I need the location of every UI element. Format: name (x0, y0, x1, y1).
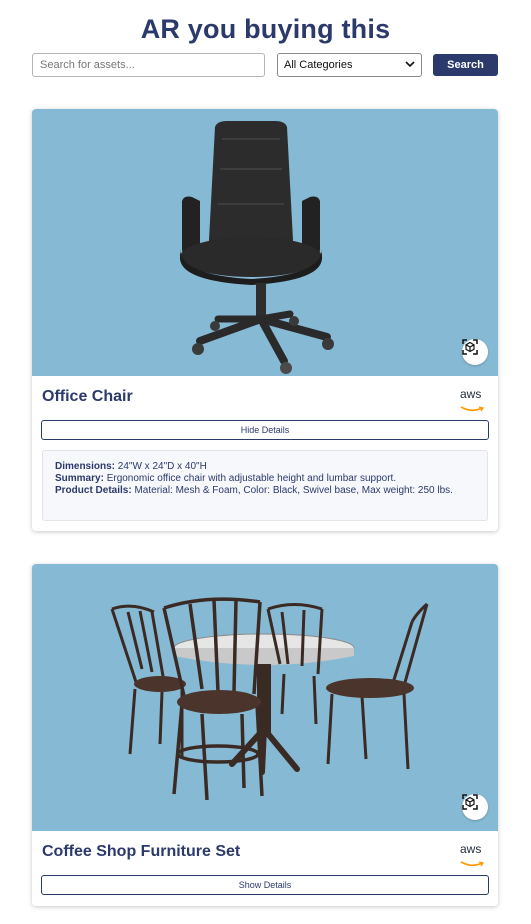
page-title: AR you buying this (140, 14, 391, 44)
product-details-label: Product Details: (55, 485, 132, 496)
summary-label: Summary: (55, 473, 104, 484)
product-image-office-chair (32, 109, 498, 376)
product-details-row: Product Details: Material: Mesh & Foam, … (55, 485, 475, 497)
dimensions-row: Dimensions: 24"W x 24"D x 40"H (55, 461, 475, 473)
search-button[interactable]: Search (433, 54, 498, 76)
summary-row: Summary: Ergonomic office chair with adj… (55, 473, 475, 485)
summary-value: Ergonomic office chair with adjustable h… (106, 473, 397, 484)
search-input[interactable] (32, 53, 265, 77)
dimensions-value: 24"W x 24"D x 40"H (117, 461, 207, 472)
product-details-value: Material: Mesh & Foam, Color: Black, Swi… (134, 485, 453, 496)
chevron-down-icon (405, 60, 415, 71)
category-select[interactable]: All Categories (277, 53, 422, 77)
aws-logo: aws (460, 842, 486, 867)
product-title: Office Chair (42, 388, 133, 405)
product-image-coffee-shop-set (32, 564, 498, 831)
ar-view-button[interactable] (462, 794, 488, 820)
details-panel: Dimensions: 24"W x 24"D x 40"H Summary: … (42, 450, 488, 521)
aws-logo-text: aws (460, 387, 482, 401)
product-card: Coffee Shop Furniture Set aws Show Detai… (32, 564, 498, 906)
hide-details-button[interactable]: Hide Details (41, 420, 489, 440)
aws-logo-text: aws (460, 842, 482, 856)
aws-logo: aws (460, 387, 486, 412)
category-select-value: All Categories (284, 59, 353, 71)
ar-view-button[interactable] (462, 339, 488, 365)
product-card: Office Chair aws Hide Details Dimensions… (32, 109, 498, 531)
dimensions-label: Dimensions: (55, 461, 116, 472)
show-details-button[interactable]: Show Details (41, 875, 489, 895)
product-title: Coffee Shop Furniture Set (42, 843, 241, 860)
